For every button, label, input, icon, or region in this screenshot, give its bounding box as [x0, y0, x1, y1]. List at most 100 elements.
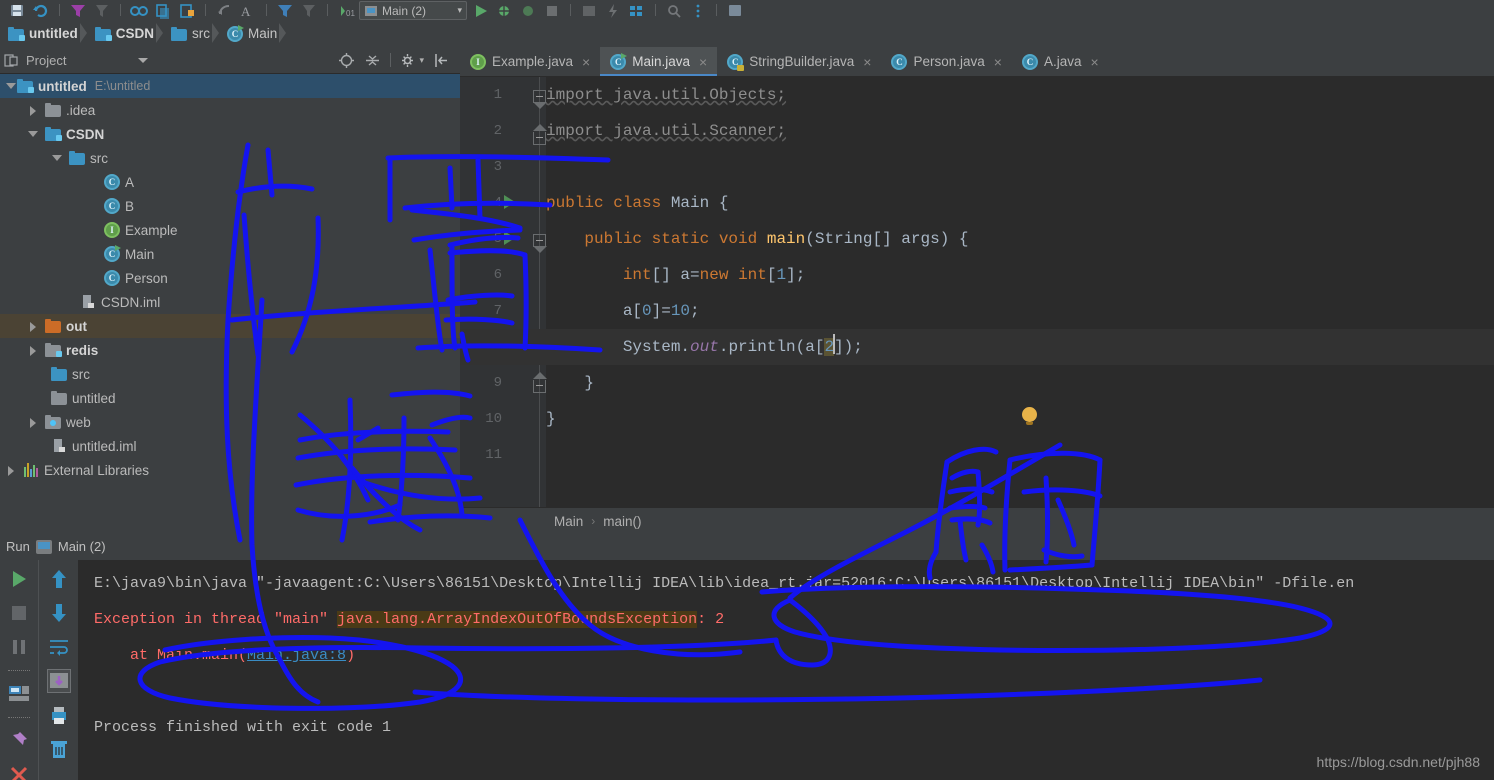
tab-person-java[interactable]: C Person.java × [881, 47, 1011, 76]
code-editor[interactable]: 1 2 3 4 5 6 7 8 9 10 11 import java.util… [460, 77, 1494, 507]
run-console-panel[interactable]: E:\java9\bin\java "-javaagent:C:\Users\8… [0, 560, 1494, 780]
tree-node-idea[interactable]: .idea [0, 98, 460, 122]
toolbar-separator-8 [716, 4, 717, 16]
chevron-right-icon[interactable] [28, 321, 39, 332]
run-config-name[interactable]: Main (2) [58, 539, 106, 554]
stop-icon[interactable] [8, 602, 30, 624]
run-icon[interactable] [469, 2, 491, 20]
structure-icon[interactable] [626, 2, 648, 20]
pause-icon[interactable] [8, 636, 30, 658]
print-icon[interactable] [48, 704, 70, 726]
chevron-right-icon[interactable] [28, 345, 39, 356]
chevron-right-icon[interactable] [28, 105, 39, 116]
pin-icon[interactable] [8, 730, 30, 752]
bookmark-icon[interactable]: 01 [335, 2, 357, 20]
breadcrumb-item-src[interactable]: src [163, 20, 220, 47]
chevron-right-icon[interactable] [28, 417, 39, 428]
tree-node-B[interactable]: C B [0, 194, 460, 218]
tree-node-untitled-folder[interactable]: untitled [0, 386, 460, 410]
chevron-down-icon[interactable] [138, 57, 149, 63]
tree-node-external-libraries[interactable]: External Libraries [0, 458, 460, 482]
flag-icon[interactable] [91, 2, 113, 20]
scroll-to-end-icon[interactable] [46, 669, 71, 693]
paste-icon[interactable] [176, 2, 198, 20]
breadcrumb-item-csdn[interactable]: CSDN [87, 20, 164, 47]
trash-icon[interactable] [48, 738, 70, 760]
save-all-icon[interactable] [724, 2, 746, 20]
interface-icon: I [104, 222, 120, 238]
chevron-down-icon[interactable] [52, 153, 63, 164]
breadcrumb-item-main[interactable]: C Main [219, 20, 287, 47]
build-icon[interactable] [578, 2, 600, 20]
fold-region-imports-icon[interactable] [533, 90, 547, 109]
interface-icon: I [470, 53, 486, 70]
tree-node-A[interactable]: C A [0, 170, 460, 194]
settings-gear-icon[interactable] [400, 52, 417, 69]
breadcrumb-method[interactable]: main() [603, 514, 641, 529]
project-tree[interactable]: untitled E:\untitled .idea CSDN src C A … [0, 74, 460, 533]
run-configuration-selector[interactable]: Main (2) ▾ [359, 1, 467, 20]
close-icon[interactable]: × [582, 54, 590, 70]
tree-node-untitled-iml[interactable]: untitled.iml [0, 434, 460, 458]
close-icon[interactable]: × [863, 54, 871, 70]
redo-icon[interactable] [298, 2, 320, 20]
tree-node-Main[interactable]: C Main [0, 242, 460, 266]
close-icon[interactable]: × [1090, 54, 1098, 70]
tab-example-java[interactable]: I Example.java × [460, 47, 600, 76]
stop-icon[interactable] [541, 2, 563, 20]
editor-gutter[interactable]: 1 2 3 4 5 6 7 8 9 10 11 [460, 77, 547, 507]
tree-node-untitled[interactable]: untitled E:\untitled [0, 74, 460, 98]
tab-stringbuilder-java[interactable]: C StringBuilder.java × [717, 47, 881, 76]
fold-region-imports-end-icon[interactable] [533, 124, 547, 145]
close-icon[interactable]: × [699, 54, 707, 70]
code-text[interactable]: import java.util.Objects; import java.ut… [460, 77, 1494, 507]
font-size-icon[interactable]: A [237, 2, 259, 20]
fold-region-method-icon[interactable] [533, 234, 547, 253]
save-icon[interactable] [6, 2, 28, 20]
tree-node-csdn-iml[interactable]: CSDN.iml [0, 290, 460, 314]
run-method-gutter-icon[interactable] [504, 231, 515, 245]
chevron-down-icon[interactable] [28, 129, 39, 140]
filter-icon[interactable] [67, 2, 89, 20]
close-icon[interactable] [8, 764, 30, 780]
soft-wrap-icon[interactable] [48, 636, 70, 658]
hide-panel-icon[interactable] [433, 52, 450, 69]
tree-node-web[interactable]: web [0, 410, 460, 434]
tab-a-java[interactable]: C A.java × [1012, 47, 1109, 76]
tree-node-redis[interactable]: redis [0, 338, 460, 362]
tab-main-java[interactable]: C Main.java × [600, 47, 718, 76]
rerun-icon[interactable] [8, 568, 30, 590]
stacktrace-link[interactable]: Main.java:8 [247, 647, 346, 664]
up-arrow-icon[interactable] [48, 568, 70, 590]
close-icon[interactable]: × [994, 54, 1002, 70]
fold-region-method-end-icon[interactable] [533, 372, 547, 393]
breadcrumb-class[interactable]: Main [554, 514, 583, 529]
tree-node-csdn[interactable]: CSDN [0, 122, 460, 146]
back-arrow-icon[interactable] [213, 2, 235, 20]
tree-node-src-root[interactable]: src [0, 362, 460, 386]
locate-icon[interactable] [338, 52, 355, 69]
tree-node-out[interactable]: out [0, 314, 460, 338]
find-icon[interactable] [274, 2, 296, 20]
lightning-icon[interactable] [602, 2, 624, 20]
tree-node-src-csdn[interactable]: src [0, 146, 460, 170]
chevron-right-icon[interactable] [6, 465, 17, 476]
chevron-down-icon[interactable] [6, 81, 17, 92]
run-class-gutter-icon[interactable] [504, 195, 515, 209]
tree-node-Person[interactable]: C Person [0, 266, 460, 290]
layout-settings-icon[interactable] [8, 683, 30, 705]
editor-breadcrumb[interactable]: Main › main() [460, 507, 1494, 534]
coverage-icon[interactable] [517, 2, 539, 20]
collapse-all-icon[interactable] [364, 52, 381, 69]
search-everywhere-icon[interactable] [663, 2, 685, 20]
gear-dropdown-caret[interactable]: ▾ [419, 55, 424, 66]
copy-icon[interactable] [152, 2, 174, 20]
undo-icon[interactable] [128, 2, 150, 20]
tree-node-Example[interactable]: I Example [0, 218, 460, 242]
breadcrumb-item-untitled[interactable]: untitled [4, 20, 87, 47]
more-options-icon[interactable] [687, 2, 709, 20]
down-arrow-icon[interactable] [48, 602, 70, 624]
debug-icon[interactable] [493, 2, 515, 20]
sync-icon[interactable] [30, 2, 52, 20]
console-output[interactable]: E:\java9\bin\java "-javaagent:C:\Users\8… [78, 560, 1494, 780]
